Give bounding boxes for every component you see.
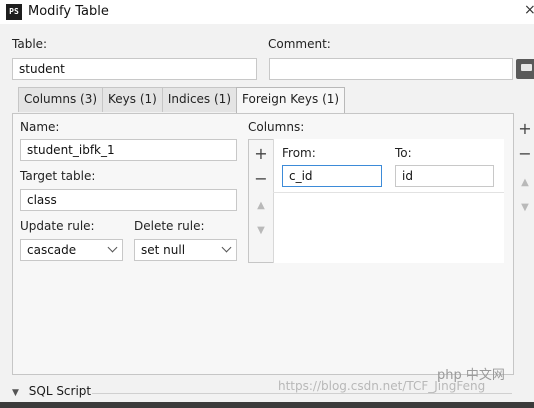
add-foreign-key-icon[interactable]: +	[518, 121, 532, 137]
move-down-icon[interactable]: ▼	[518, 200, 532, 216]
from-column-input[interactable]: c_id	[282, 165, 382, 187]
comment-expand-button[interactable]	[516, 59, 534, 79]
chevron-down-icon	[107, 242, 118, 253]
delete-rule-label: Delete rule:	[134, 219, 205, 233]
tab-strip: Columns (3) Keys (1) Indices (1) Foreign…	[18, 87, 346, 113]
close-icon[interactable]: ×	[524, 2, 534, 18]
update-rule-label: Update rule:	[20, 219, 95, 233]
table-label: Table:	[12, 37, 48, 51]
sql-script-toggle[interactable]: ▼ SQL Script	[12, 384, 91, 400]
move-up-icon[interactable]: ▲	[518, 175, 532, 191]
table-name-input[interactable]: student	[12, 58, 257, 80]
row-divider	[273, 192, 504, 193]
watermark-url: https://blog.csdn.net/TCF_JingFeng	[278, 379, 486, 393]
update-rule-select[interactable]: cascade	[20, 239, 123, 261]
expand-icon: ▼	[12, 388, 19, 398]
update-rule-value: cascade	[27, 243, 77, 257]
to-column-input[interactable]: id	[395, 165, 494, 187]
target-table-label: Target table:	[20, 169, 96, 183]
from-header: From:	[282, 146, 316, 160]
to-header: To:	[395, 146, 412, 160]
move-up-icon[interactable]: ▲	[254, 198, 268, 214]
comment-input[interactable]	[269, 58, 513, 80]
tab-indices[interactable]: Indices (1)	[161, 87, 237, 112]
phpstorm-app-icon: PS	[6, 4, 22, 20]
tab-keys[interactable]: Keys (1)	[102, 87, 163, 112]
remove-column-icon[interactable]: −	[254, 171, 268, 187]
tab-columns[interactable]: Columns (3)	[18, 87, 104, 112]
target-table-input[interactable]: class	[20, 189, 237, 211]
move-down-icon[interactable]: ▼	[254, 223, 268, 239]
delete-rule-value: set null	[141, 243, 186, 257]
add-column-icon[interactable]: +	[254, 146, 268, 162]
tab-foreign-keys[interactable]: Foreign Keys (1)	[236, 87, 346, 113]
comment-label: Comment:	[268, 37, 331, 51]
sql-editor-edge	[0, 402, 534, 408]
sql-divider	[92, 393, 512, 394]
sql-script-label: SQL Script	[28, 384, 92, 398]
window-title: Modify Table	[28, 4, 109, 19]
delete-rule-select[interactable]: set null	[134, 239, 237, 261]
chevron-down-icon	[221, 242, 232, 253]
fk-name-input[interactable]: student_ibfk_1	[20, 139, 237, 161]
remove-foreign-key-icon[interactable]: −	[518, 146, 532, 162]
columns-label: Columns:	[248, 120, 305, 134]
name-label: Name:	[20, 120, 60, 134]
